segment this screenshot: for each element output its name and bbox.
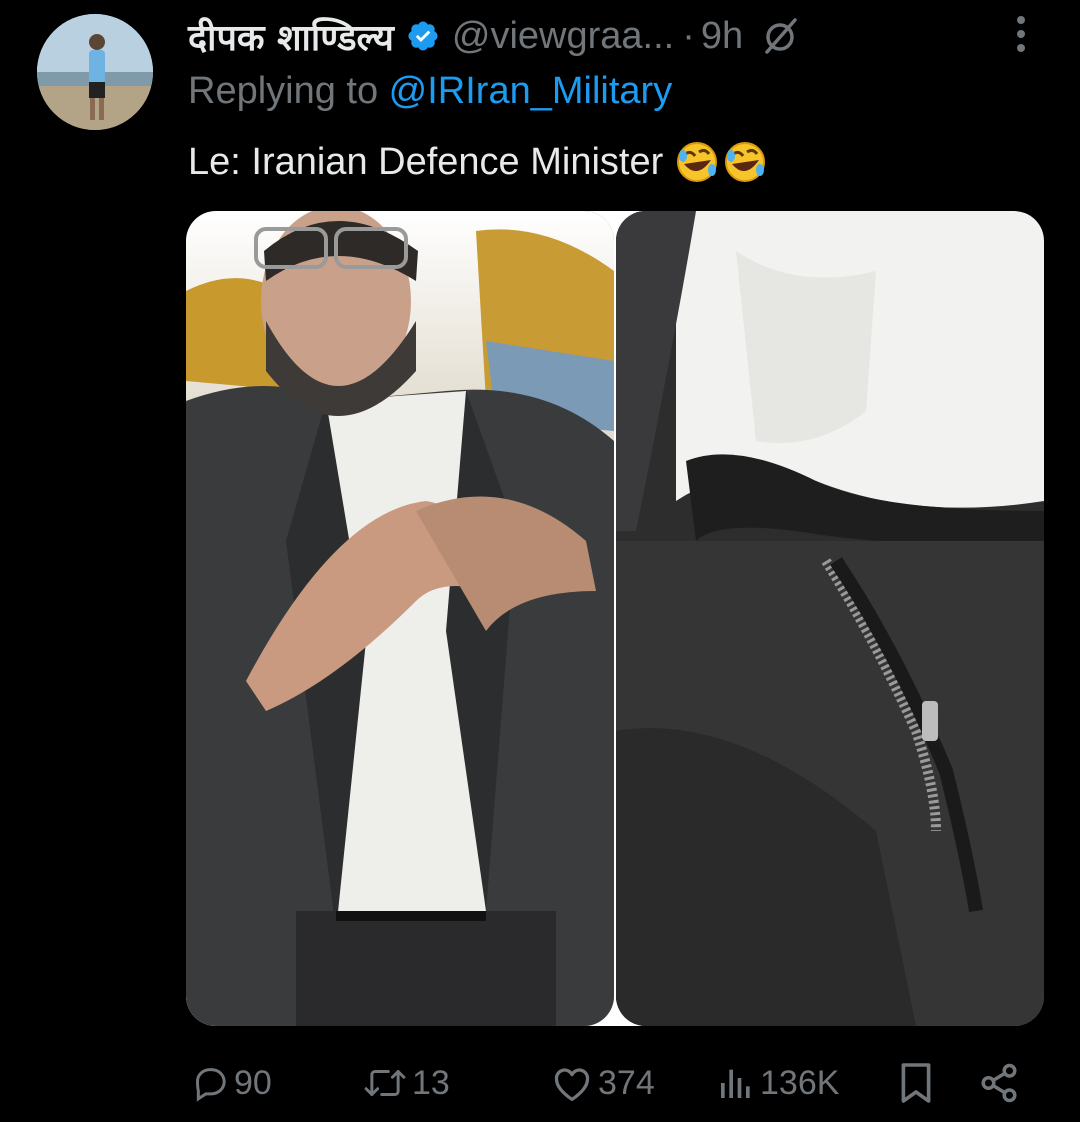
open-trouser-zipper-photo[interactable] [616, 211, 1044, 1026]
views-icon [716, 1063, 756, 1103]
views-count: 136K [760, 1063, 840, 1102]
display-name[interactable]: दीपक शाण्डिल्य [188, 12, 394, 61]
timestamp[interactable]: 9h [701, 15, 743, 58]
user-handle[interactable]: @viewgraa... [452, 15, 674, 58]
rolling-on-floor-laughing-emoji [723, 140, 767, 184]
tweet-media[interactable] [186, 211, 1044, 1026]
retweet-count: 13 [412, 1063, 450, 1102]
avatar[interactable] [37, 14, 153, 130]
like-count: 374 [598, 1063, 655, 1102]
like-icon [550, 1063, 594, 1103]
more-vertical-icon[interactable] [1006, 12, 1036, 56]
like-button[interactable]: 374 [550, 1055, 655, 1111]
bookmark-icon [898, 1061, 934, 1105]
views-button[interactable]: 136K [716, 1055, 839, 1111]
reply-count: 90 [234, 1063, 272, 1102]
rolling-on-floor-laughing-emoji [675, 140, 719, 184]
reply-icon [190, 1063, 230, 1103]
avatar-photo [37, 14, 153, 130]
share-icon [978, 1062, 1020, 1104]
reply-button[interactable]: 90 [190, 1055, 272, 1111]
replying-to-mention[interactable]: @IRIran_Military [389, 70, 673, 112]
verified-badge-icon [406, 19, 440, 53]
retweet-icon [362, 1063, 408, 1103]
action-bar: 90 13 374 136K [0, 1055, 1080, 1111]
bookmark-button[interactable] [898, 1055, 934, 1111]
tweet-header: दीपक शाण्डिल्य @viewgraa... · 9h [188, 10, 1060, 62]
retweet-button[interactable]: 13 [362, 1055, 450, 1111]
man-in-suit-photo[interactable] [186, 211, 614, 1026]
separator-dot: · [682, 14, 695, 57]
grok-icon[interactable] [761, 16, 801, 56]
replying-to-label: Replying to [188, 70, 389, 112]
tweet-text: Le: Iranian Defence Minister [188, 140, 767, 184]
replying-to-line: Replying to @IRIran_Military [188, 70, 672, 113]
share-button[interactable] [978, 1055, 1020, 1111]
tweet-body: Le: Iranian Defence Minister [188, 140, 664, 183]
